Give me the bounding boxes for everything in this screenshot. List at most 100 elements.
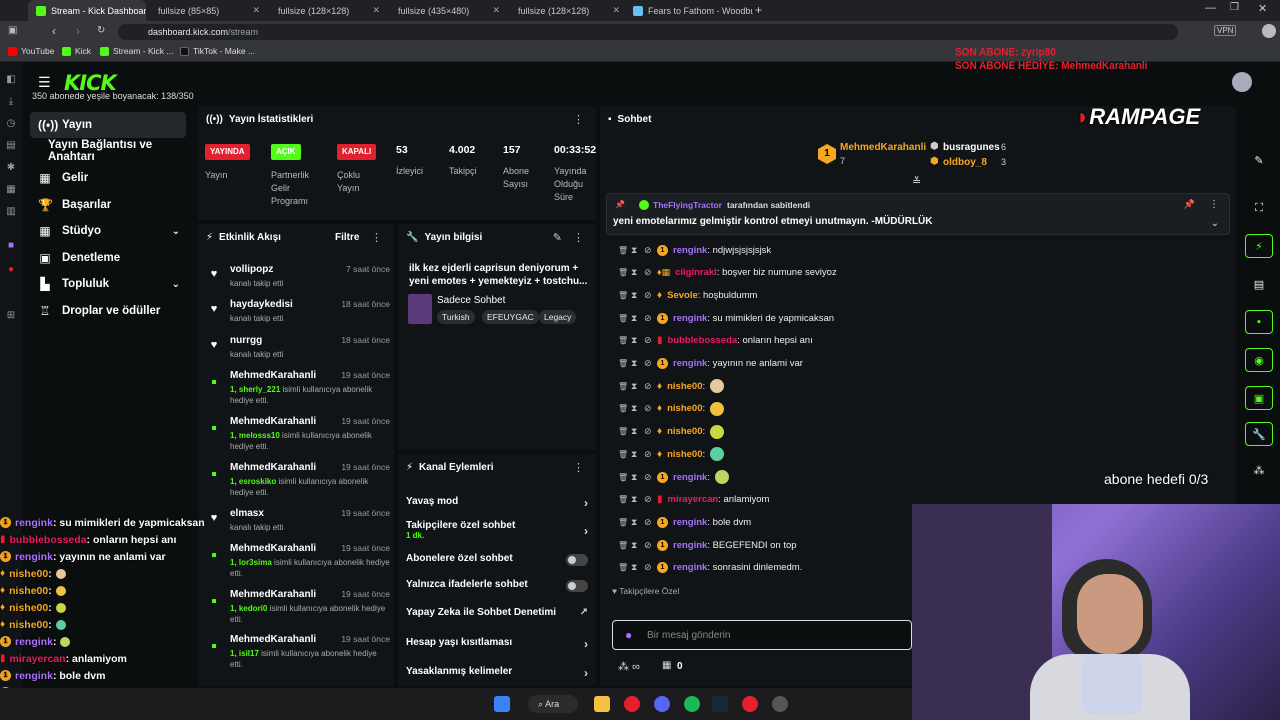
- ban-icon[interactable]: ⊘: [644, 290, 652, 301]
- close-icon[interactable]: ✕: [492, 5, 500, 16]
- points-icon[interactable]: ⁂ ∞: [618, 660, 640, 673]
- bookmark-stream-kick[interactable]: Stream - Kick ...: [100, 46, 173, 56]
- ban-icon[interactable]: ⊘: [644, 472, 652, 483]
- activity-username[interactable]: elmasx: [230, 508, 264, 519]
- delete-icon[interactable]: 🗑: [618, 314, 628, 323]
- tab-fears-to-fathom[interactable]: Fears to Fathom - Woodbu✕: [625, 0, 753, 21]
- edit-icon[interactable]: ✎: [553, 231, 562, 244]
- delete-icon[interactable]: 🗑: [618, 427, 628, 436]
- action-slow-mode[interactable]: Yavaş mod ›: [406, 496, 590, 510]
- windows-start-icon[interactable]: [494, 696, 510, 712]
- delete-icon[interactable]: 🗑: [618, 404, 628, 413]
- action-ai-moderation[interactable]: Yapay Zeka ile Sohbet Denetimi ↗: [406, 607, 590, 618]
- file-explorer-icon[interactable]: [594, 696, 610, 712]
- timeout-icon[interactable]: ⧗: [631, 381, 639, 392]
- document-icon[interactable]: ▤: [1245, 272, 1273, 296]
- tab-fullsize-3[interactable]: fullsize (435×480) ✕: [390, 0, 508, 21]
- chat-username[interactable]: rengink: [673, 562, 707, 573]
- wallet-icon[interactable]: ▤: [5, 140, 17, 152]
- spotify-icon[interactable]: [684, 696, 700, 712]
- vpn-icon[interactable]: VPN: [1214, 25, 1237, 36]
- users-icon[interactable]: ⁂: [1245, 458, 1273, 482]
- window-close-icon[interactable]: ✕: [1258, 2, 1267, 15]
- delete-icon[interactable]: 🗑: [618, 541, 628, 550]
- chat-username[interactable]: mirayercan: [668, 494, 719, 505]
- maximize-icon[interactable]: ❐: [1230, 2, 1239, 13]
- chat-username[interactable]: rengink: [673, 245, 707, 256]
- activity-username[interactable]: MehmedKarahanli: [230, 634, 316, 645]
- tab-fullsize-4[interactable]: fullsize (128×128) ✕: [510, 0, 628, 21]
- delete-icon[interactable]: 🗑: [618, 563, 628, 572]
- gifter-name[interactable]: busragunes: [943, 142, 1000, 153]
- tab-panel-icon[interactable]: ▥: [5, 206, 17, 218]
- more-icon[interactable]: ⋮: [371, 231, 382, 244]
- action-emote-only[interactable]: Yalnızca ifadelerle sohbet: [406, 579, 590, 592]
- steam-icon[interactable]: [712, 696, 728, 712]
- chat-icon[interactable]: ▪: [1245, 310, 1273, 334]
- ban-icon[interactable]: ⊘: [644, 381, 652, 392]
- sidebar-item-denetleme[interactable]: ▣ Denetleme: [30, 245, 186, 271]
- timeout-icon[interactable]: ⧗: [631, 313, 639, 324]
- broadcast-icon[interactable]: ◉: [1245, 348, 1273, 372]
- activity-username[interactable]: vollipopz: [230, 264, 273, 275]
- ban-icon[interactable]: ⊘: [644, 313, 652, 324]
- timeout-icon[interactable]: ⧗: [631, 540, 639, 551]
- subs-only-toggle[interactable]: [566, 554, 588, 566]
- top-gifter-name[interactable]: MehmedKarahanli: [840, 142, 926, 153]
- bookmark-youtube[interactable]: YouTube: [8, 46, 54, 56]
- chevron-down-icon[interactable]: ⌄: [1211, 218, 1219, 229]
- activity-username[interactable]: MehmedKarahanli: [230, 589, 316, 600]
- chat-username[interactable]: Sevole: [667, 290, 698, 301]
- delete-icon[interactable]: 🗑: [618, 246, 628, 255]
- profile-avatar[interactable]: [1262, 24, 1276, 38]
- forward-icon[interactable]: ›: [76, 24, 80, 38]
- tab-fullsize-2[interactable]: fullsize (128×128) ✕: [270, 0, 388, 21]
- chat-username[interactable]: nishe00: [667, 403, 702, 414]
- chat-username[interactable]: nishe00: [667, 381, 702, 392]
- ban-icon[interactable]: ⊘: [644, 267, 652, 278]
- pinned-by-user[interactable]: TheFlyingTractor: [653, 200, 722, 210]
- new-tab-icon[interactable]: +: [755, 3, 762, 17]
- more-icon[interactable]: ⋮: [573, 461, 584, 474]
- ban-icon[interactable]: ⊘: [644, 335, 652, 346]
- minimize-icon[interactable]: —: [1205, 2, 1216, 14]
- chat-username[interactable]: rengink: [673, 472, 707, 483]
- sidebar-toggle-icon[interactable]: ▣: [8, 25, 17, 36]
- sidebar-item-topluluk[interactable]: ▙ Topluluk ⌄: [30, 271, 186, 297]
- ban-icon[interactable]: ⊘: [644, 449, 652, 460]
- sidebar-item-gelir[interactable]: ▦ Gelir: [30, 165, 186, 191]
- bookmark-icon[interactable]: ◧: [5, 74, 17, 86]
- filter-button[interactable]: Filtre: [335, 232, 359, 243]
- sidebar-item-droplar[interactable]: ♖ Droplar ve ödüller: [30, 298, 186, 324]
- store-icon[interactable]: ▦: [662, 660, 671, 671]
- action-subs-only[interactable]: Abonelere özel sohbet: [406, 553, 590, 566]
- discord-icon[interactable]: [654, 696, 670, 712]
- delete-icon[interactable]: 🗑: [618, 336, 628, 345]
- mic-icon[interactable]: ●: [625, 628, 632, 642]
- ban-icon[interactable]: ⊘: [644, 540, 652, 551]
- timeout-icon[interactable]: ⧗: [631, 290, 639, 301]
- more-icon[interactable]: ⋮: [573, 113, 584, 126]
- settings-icon[interactable]: [772, 696, 788, 712]
- unpin-icon[interactable]: 📌: [1184, 199, 1195, 210]
- timeout-icon[interactable]: ⧗: [631, 494, 639, 505]
- history-icon[interactable]: ◷: [5, 118, 17, 130]
- twitch-icon[interactable]: ■: [5, 240, 17, 252]
- delete-icon[interactable]: 🗑: [618, 268, 628, 277]
- timeout-icon[interactable]: ⧗: [631, 245, 639, 256]
- delete-icon[interactable]: 🗑: [618, 495, 628, 504]
- more-icon[interactable]: ⋮: [573, 231, 584, 244]
- chat-username[interactable]: nishe00: [667, 449, 702, 460]
- chat-username[interactable]: rengink: [673, 358, 707, 369]
- sidebar-item-stream-key[interactable]: Yayın Bağlantısı ve Anahtarı: [40, 138, 196, 164]
- chat-username[interactable]: nishe00: [667, 426, 702, 437]
- reload-icon[interactable]: ↻: [97, 25, 105, 36]
- download-icon[interactable]: ⤓: [5, 96, 17, 108]
- ban-icon[interactable]: ⊘: [644, 403, 652, 414]
- back-icon[interactable]: ‹: [52, 24, 56, 38]
- timeout-icon[interactable]: ⧗: [631, 267, 639, 278]
- timeout-icon[interactable]: ⧗: [631, 358, 639, 369]
- timeout-icon[interactable]: ⧗: [631, 403, 639, 414]
- activity-username[interactable]: MehmedKarahanli: [230, 416, 316, 427]
- ban-icon[interactable]: ⊘: [644, 245, 652, 256]
